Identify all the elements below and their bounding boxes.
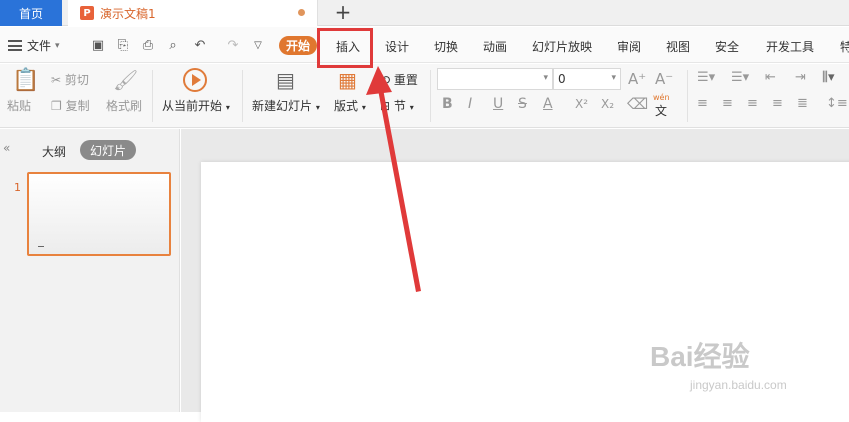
annotation-arrow [366, 66, 421, 292]
